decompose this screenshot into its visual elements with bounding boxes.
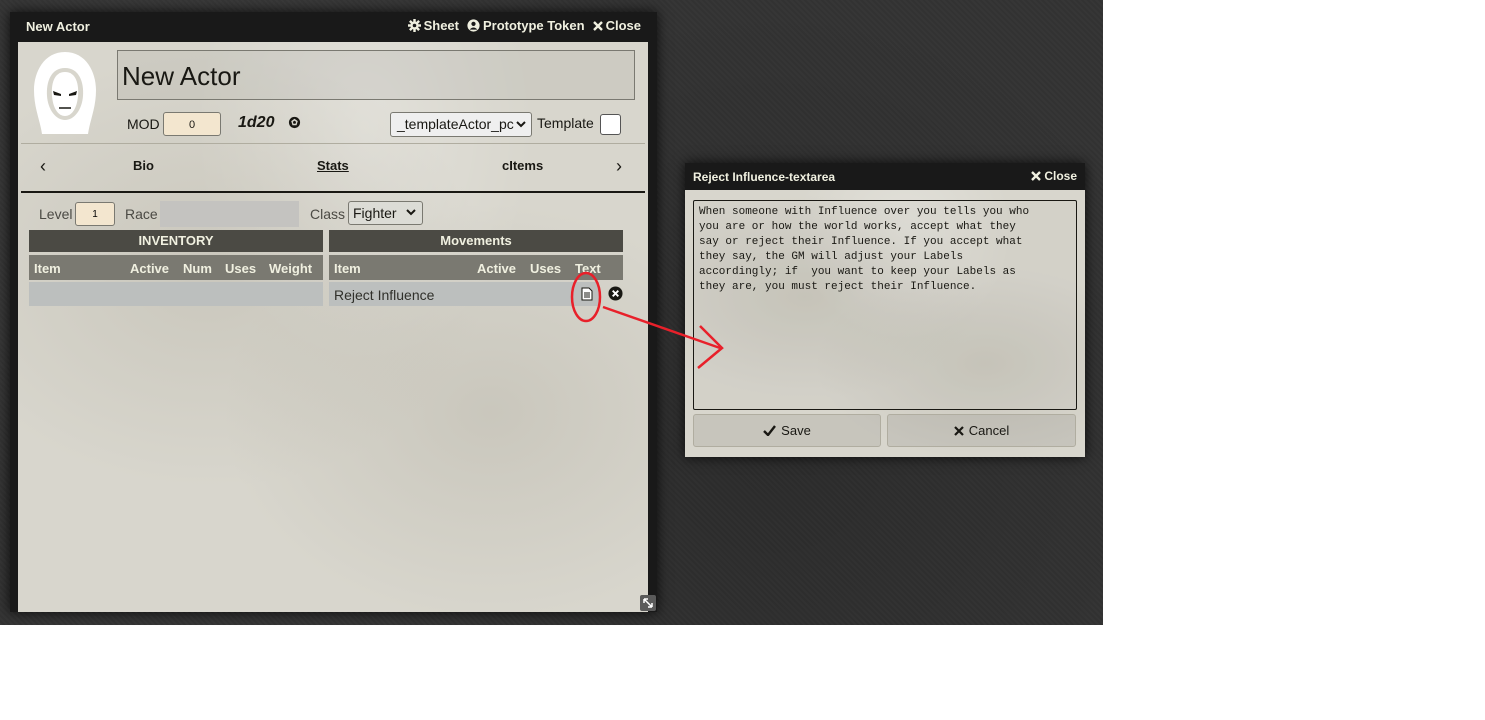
- annotation-overlay: [570, 271, 724, 369]
- annotation-circle: [570, 271, 602, 323]
